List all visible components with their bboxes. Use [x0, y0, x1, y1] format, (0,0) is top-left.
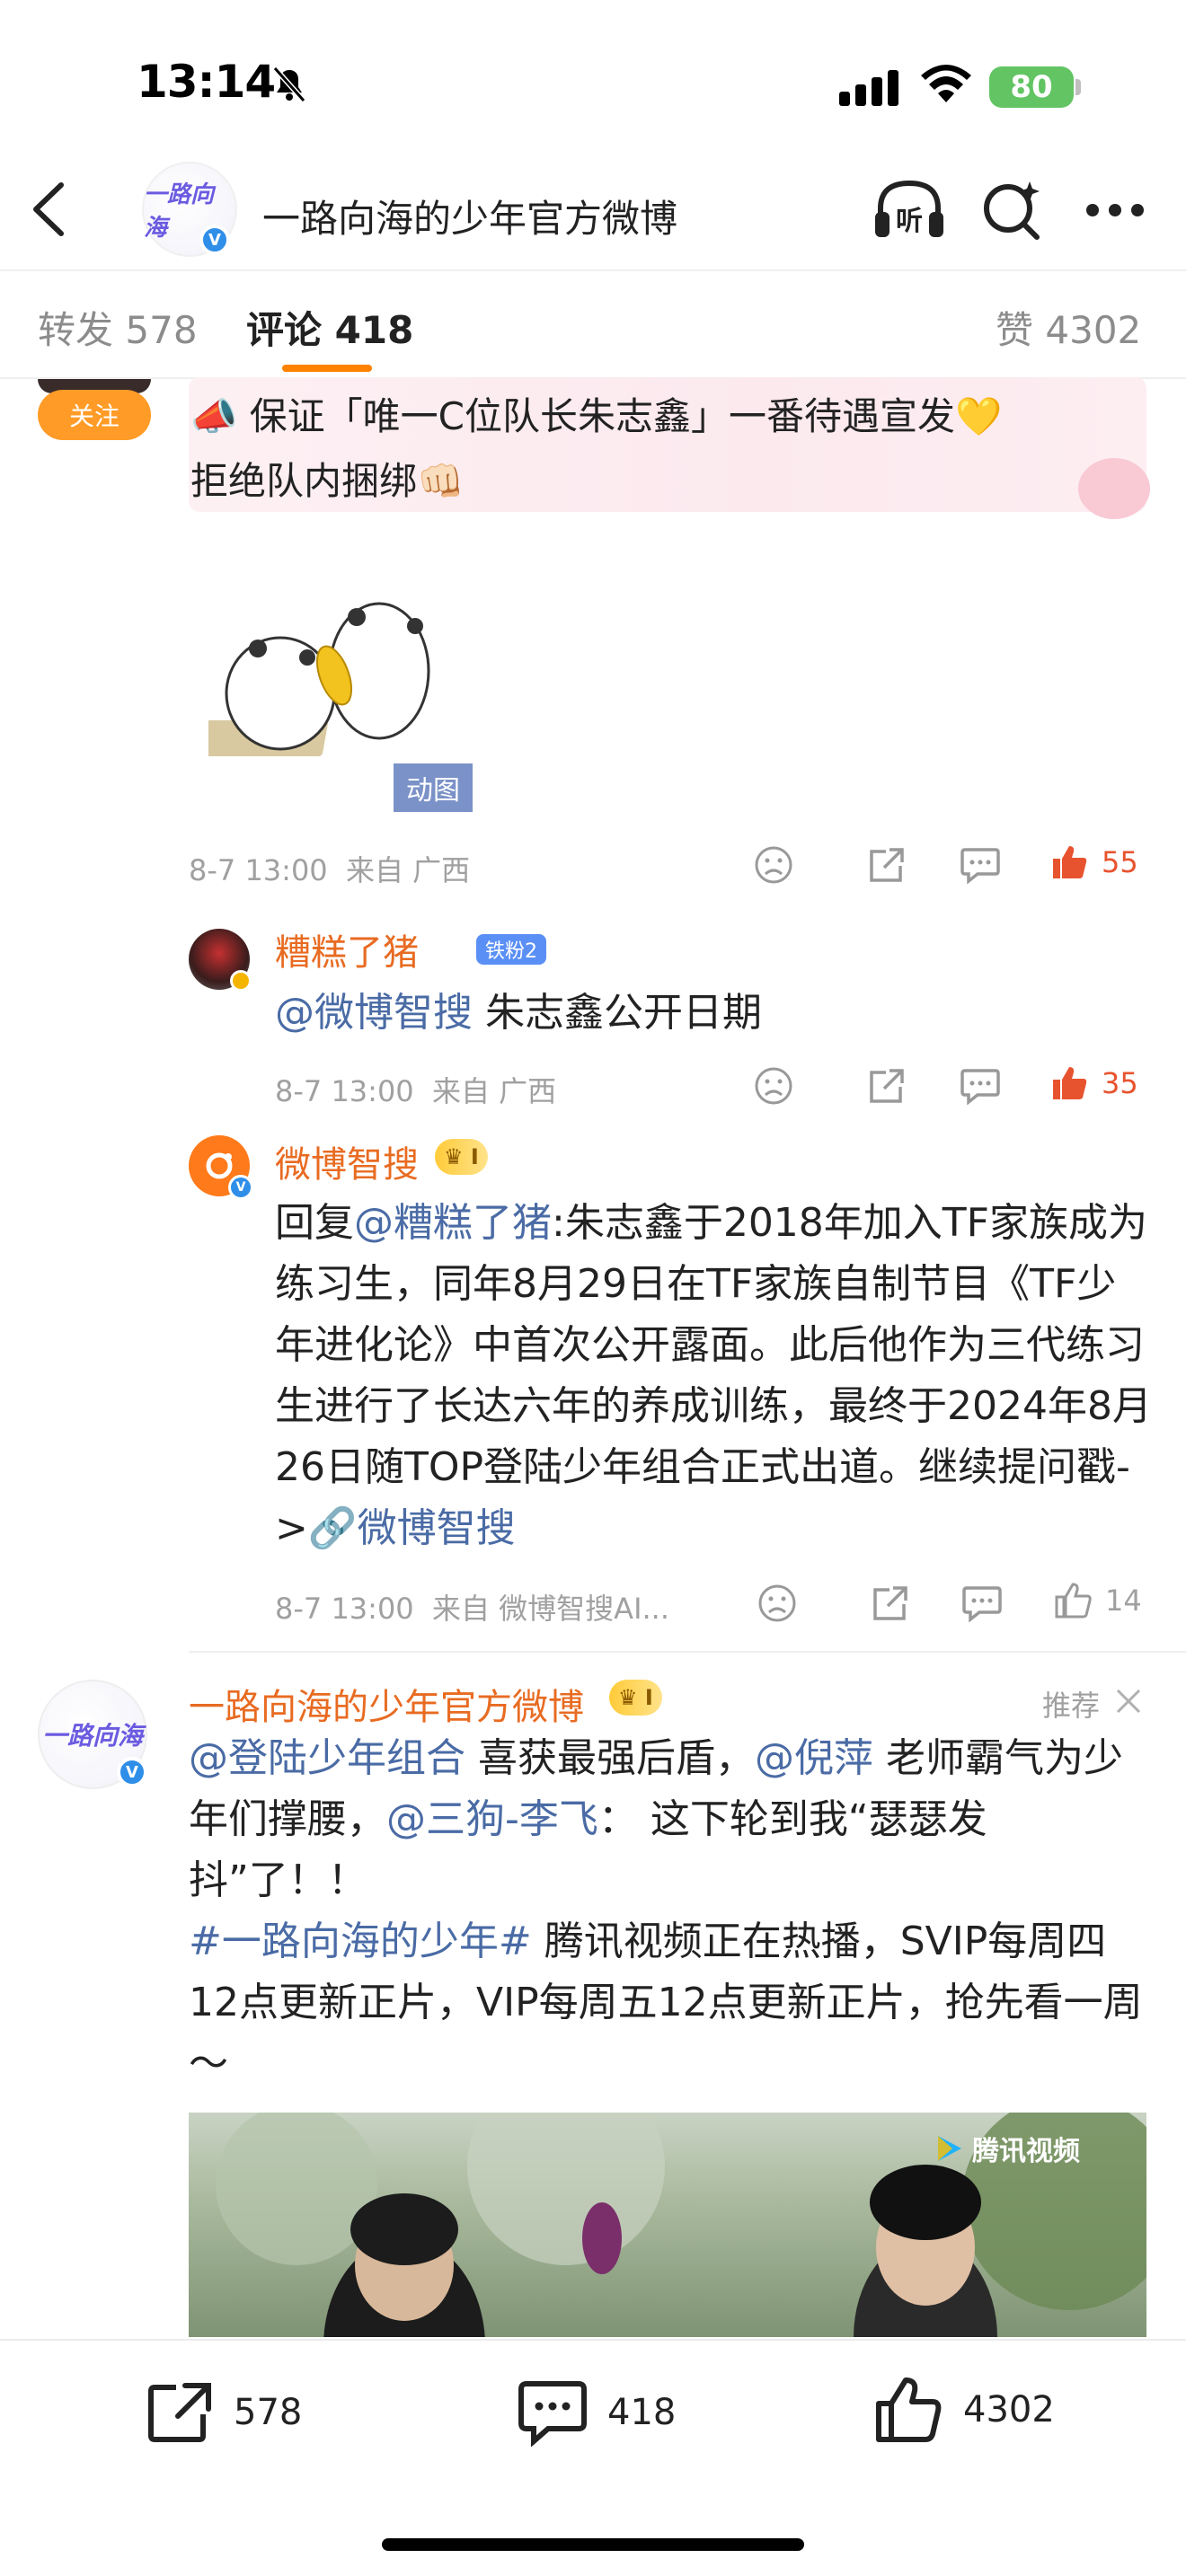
- like-button[interactable]: 35: [1049, 1063, 1138, 1103]
- reply-icon[interactable]: [961, 1584, 1003, 1622]
- verified-badge-icon: V: [199, 225, 230, 255]
- reply-time-text: 8-7 13:00: [275, 1074, 414, 1108]
- tab-comments-label: 评论: [246, 308, 323, 352]
- wifi-icon: [920, 65, 972, 104]
- comment-location: 来自 广西: [346, 853, 471, 887]
- more-options-icon[interactable]: [1085, 203, 1145, 217]
- header-divider: [0, 269, 1186, 271]
- like-count: 55: [1102, 845, 1138, 879]
- tab-comments[interactable]: 评论 418: [246, 300, 413, 355]
- pig-sticker: [1078, 458, 1150, 519]
- reply-text: 回复@糟糕了猪:朱志鑫于2018年加入TF家族成为练习生，同年8月29日在TF家…: [275, 1193, 1155, 1559]
- like-count: 35: [1102, 1066, 1138, 1100]
- comment-time: 8-7 13:00 来自 广西: [189, 848, 470, 889]
- reply-location: 来自 微博智搜AI...: [432, 1592, 670, 1626]
- signal-icon: [839, 68, 904, 106]
- comment-line-1: 📣 保证「唯一C位队长朱志鑫」一番待遇宣发💛: [190, 394, 1003, 438]
- vip-crown-badge: ♛ I: [435, 1139, 488, 1175]
- mention-link[interactable]: @糟糕了猪: [354, 1200, 552, 1246]
- home-indicator: [382, 2538, 804, 2551]
- mute-bell-icon: [270, 65, 309, 104]
- fan-level-badge: 铁粉2: [476, 934, 546, 965]
- page-title: 一路向海的少年官方微博: [262, 197, 678, 241]
- repost-count: 578: [234, 2392, 303, 2433]
- hashtag-link[interactable]: #一路向海的少年#: [189, 1919, 532, 1964]
- comment-button[interactable]: 418: [518, 2378, 676, 2447]
- search-ai-icon[interactable]: [981, 178, 1044, 241]
- thumbs-up-icon: [1053, 846, 1087, 878]
- reply-text: @微博智搜 朱志鑫公开日期: [275, 983, 1146, 1044]
- mention-link[interactable]: @登陆少年组合: [189, 1735, 465, 1781]
- tab-likes[interactable]: 赞 4302: [996, 300, 1141, 355]
- reply-time: 8-7 13:00 来自 微博智搜AI...: [275, 1586, 669, 1628]
- like-count: 4302: [963, 2389, 1055, 2430]
- comment-time-text: 8-7 13:00: [189, 853, 328, 887]
- reply-username[interactable]: 糟糕了猪: [275, 923, 419, 975]
- reply-text-content: :朱志鑫于2018年加入TF家族成为练习生，同年8月29日在TF家族自制节目《T…: [275, 1200, 1152, 1551]
- share-icon[interactable]: [870, 1584, 909, 1622]
- repost-icon: [148, 2383, 211, 2442]
- tab-likes-count: 4302: [1045, 308, 1142, 352]
- dislike-icon[interactable]: [757, 1583, 798, 1624]
- close-icon[interactable]: [1114, 1687, 1143, 1716]
- mention-link[interactable]: @微博智搜: [275, 990, 473, 1036]
- like-button[interactable]: 14: [1053, 1581, 1142, 1620]
- verified-badge-icon: V: [117, 1757, 147, 1787]
- follow-button[interactable]: 关注: [38, 390, 151, 440]
- post-text: @登陆少年组合 喜获最强后盾，@倪萍 老师霸气为少年们撑腰，@三狗-李飞： 这下…: [189, 1728, 1146, 2095]
- post-text-1: 喜获最强后盾，: [465, 1735, 755, 1781]
- like-count: 14: [1105, 1584, 1142, 1618]
- reply-location: 来自 广西: [432, 1074, 557, 1108]
- svg-text:听: 听: [896, 206, 923, 237]
- ai-search-link[interactable]: 🔗微博智搜: [308, 1505, 516, 1551]
- vip-crown-badge: ♛ I: [609, 1680, 662, 1716]
- thumbs-up-icon: [1053, 1067, 1087, 1099]
- tab-comments-count: 418: [334, 308, 414, 352]
- battery-indicator: 80: [989, 66, 1074, 108]
- tencent-video-logo: 腾讯视频: [933, 2129, 1080, 2168]
- tab-repost-count: 578: [125, 308, 198, 352]
- repost-button[interactable]: 578: [146, 2380, 302, 2445]
- dislike-icon[interactable]: [753, 1065, 794, 1107]
- reply-icon[interactable]: [960, 1067, 1001, 1105]
- video-logo-text: 腾讯视频: [972, 2136, 1080, 2167]
- share-icon[interactable]: [866, 1067, 906, 1105]
- comment-text: 📣 保证「唯一C位队长朱志鑫」一番待遇宣发💛 拒绝队内捆绑👊🏻: [190, 384, 1089, 514]
- thumbs-up-icon: [1055, 1583, 1092, 1619]
- comment-count: 418: [607, 2392, 677, 2433]
- gif-tag: 动图: [394, 763, 473, 812]
- mention-link[interactable]: @倪萍: [755, 1735, 873, 1781]
- reply-prefix: 回复: [275, 1200, 354, 1246]
- post-username[interactable]: 一路向海的少年官方微博: [189, 1678, 584, 1730]
- tab-repost-label: 转发: [38, 308, 114, 352]
- like-post-button[interactable]: 4302: [873, 2375, 1055, 2445]
- reply-username[interactable]: 微博智搜: [275, 1135, 419, 1187]
- dislike-icon[interactable]: [753, 844, 794, 886]
- comment-line-2: 拒绝队内捆绑👊🏻: [190, 459, 465, 503]
- tab-likes-label: 赞: [996, 308, 1034, 352]
- share-icon[interactable]: [866, 846, 906, 884]
- gif-image[interactable]: [208, 586, 469, 783]
- tab-repost[interactable]: 转发 578: [38, 300, 198, 355]
- tab-active-indicator: [282, 365, 372, 372]
- reply-icon[interactable]: [960, 846, 1001, 884]
- like-button[interactable]: 55: [1049, 842, 1138, 882]
- mention-link[interactable]: @三狗-李飞: [386, 1796, 598, 1842]
- fan-badge-label: 铁粉2: [485, 940, 537, 963]
- reply-avatar-badge: [230, 970, 252, 992]
- thumbs-up-icon: [876, 2378, 942, 2442]
- reply-time-text: 8-7 13:00: [275, 1592, 414, 1626]
- reply-time: 8-7 13:00 来自 广西: [275, 1069, 556, 1110]
- listen-icon[interactable]: 听: [873, 178, 945, 241]
- verified-badge-icon: V: [228, 1175, 253, 1200]
- battery-tip: [1075, 79, 1081, 95]
- comment-divider: [189, 1651, 1186, 1653]
- comment-icon: [518, 2381, 587, 2447]
- back-icon[interactable]: [27, 180, 68, 239]
- status-time: 13:14: [137, 56, 276, 108]
- recommend-label: 推荐: [1042, 1689, 1101, 1723]
- play-logo-icon: [938, 2136, 961, 2161]
- reply-text-content: 朱志鑫公开日期: [473, 990, 762, 1036]
